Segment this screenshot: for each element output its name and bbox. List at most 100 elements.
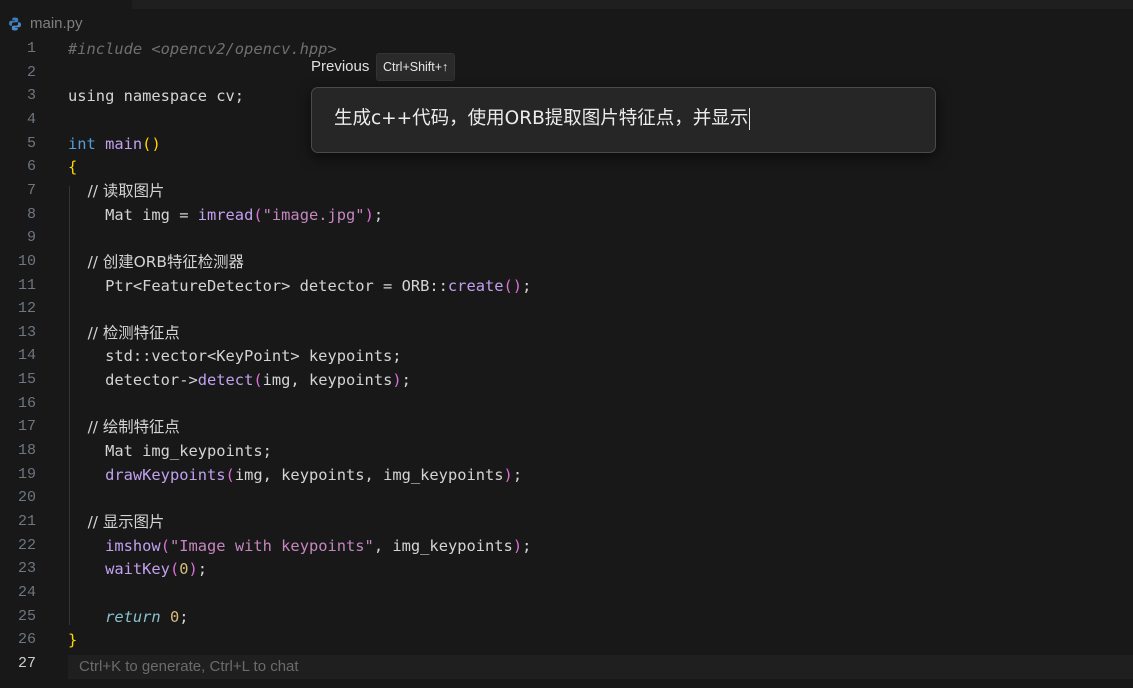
code-token: return <box>105 607 161 626</box>
code-text: { <box>68 155 77 179</box>
code-token: img, keypoints <box>262 371 393 390</box>
code-line[interactable]: 26} <box>0 628 1133 652</box>
code-token: imread <box>197 205 254 224</box>
code-line[interactable]: 24 <box>0 581 1133 605</box>
code-line[interactable]: 22 imshow("Image with keypoints", img_ke… <box>0 534 1133 558</box>
code-token: ( <box>225 465 235 484</box>
code-token: using namespace cv; <box>68 87 245 106</box>
code-token: int <box>68 134 96 153</box>
code-text: } <box>68 628 77 652</box>
line-number: 13 <box>17 323 36 341</box>
line-number: 6 <box>26 158 36 176</box>
code-text: // 绘制特征点 <box>68 415 180 439</box>
line-number: 10 <box>17 252 36 270</box>
code-token: // 读取图片 <box>68 181 165 200</box>
code-line[interactable]: 25 return 0; <box>0 605 1133 629</box>
code-token: ; <box>512 465 523 484</box>
code-token: detect <box>197 371 254 390</box>
code-line[interactable]: 21 // 显示图片 <box>0 510 1133 534</box>
code-token: () <box>503 276 523 295</box>
code-token: ) <box>364 205 374 224</box>
code-token: "Image with keypoints" <box>169 536 374 555</box>
line-number: 23 <box>17 560 36 578</box>
code-token: 0 <box>179 560 189 579</box>
line-number: 16 <box>17 394 36 412</box>
code-token: main <box>105 134 143 153</box>
code-line[interactable]: 13 // 检测特征点 <box>0 321 1133 345</box>
line-number: 12 <box>17 300 36 318</box>
code-text: // 读取图片 <box>68 179 165 203</box>
code-line[interactable]: 1 #include <opencv2/opencv.hpp> <box>0 37 1133 61</box>
code-line[interactable]: 14 std::vector<KeyPoint> keypoints; <box>0 344 1133 368</box>
line-number: 22 <box>17 536 36 554</box>
tab-title: main.py <box>30 14 83 32</box>
code-text: std::vector<KeyPoint> keypoints; <box>68 344 402 368</box>
code-line[interactable]: 6{ <box>0 155 1133 179</box>
line-number: 2 <box>26 63 36 81</box>
code-token: Mat img = <box>68 205 198 224</box>
previous-prompt-button[interactable]: Previous <box>311 58 369 75</box>
code-text: waitKey(0); <box>68 557 207 581</box>
line-number: 18 <box>17 442 36 460</box>
code-token: { <box>68 158 78 177</box>
line-number: 26 <box>17 631 36 649</box>
code-line[interactable]: 8 Mat img = imread("image.jpg"); <box>0 203 1133 227</box>
code-token: std::vector<KeyPoint> keypoints; <box>68 347 402 366</box>
line-number: 24 <box>17 583 36 601</box>
code-text: // 显示图片 <box>68 510 165 534</box>
code-token: // 显示图片 <box>68 513 165 531</box>
line-number: 27 <box>17 654 36 672</box>
code-token: "image.jpg" <box>262 205 365 224</box>
code-token: // 检测特征点 <box>68 323 180 342</box>
python-file-icon <box>8 16 22 31</box>
code-token: Ptr<FeatureDetector> detector = ORB:: <box>68 276 448 295</box>
generate-prompt-input[interactable]: 生成c++代码，使用ORB提取图片特征点，并显示 <box>311 87 936 153</box>
code-line[interactable]: 11 Ptr<FeatureDetector> detector = ORB::… <box>0 274 1133 298</box>
code-token: () <box>142 134 161 153</box>
code-token: create <box>447 276 504 295</box>
code-token: ; <box>179 607 189 626</box>
code-token: ) <box>512 536 523 555</box>
line-number: 20 <box>17 489 36 507</box>
code-token: ( <box>253 371 263 390</box>
line-number: 4 <box>26 110 36 128</box>
code-line[interactable]: 2 <box>0 61 1133 85</box>
code-token: ) <box>188 560 198 579</box>
code-token: drawKeypoints <box>105 465 226 484</box>
code-line[interactable]: 12 <box>0 297 1133 321</box>
code-line[interactable]: 16 <box>0 392 1133 416</box>
code-token: ( <box>253 205 263 224</box>
code-line[interactable]: 17 // 绘制特征点 <box>0 415 1133 439</box>
code-line[interactable]: 9 <box>0 226 1133 250</box>
code-text: using namespace cv; <box>68 84 244 108</box>
code-text: imshow("Image with keypoints", img_keypo… <box>68 534 531 558</box>
code-text: Mat img_keypoints; <box>68 439 272 463</box>
code-line[interactable]: 19 drawKeypoints(img, keypoints, img_key… <box>0 463 1133 487</box>
line-number: 1 <box>26 40 36 57</box>
code-line[interactable]: 15 detector->detect(img, keypoints); <box>0 368 1133 392</box>
code-token: } <box>68 631 78 650</box>
code-text: return 0; <box>68 605 189 629</box>
code-text: // 创建ORB特征检测器 <box>68 250 244 274</box>
code-token: , img_keypoints <box>373 536 513 555</box>
line-number: 17 <box>17 418 36 436</box>
code-token: imshow <box>105 536 161 555</box>
code-token: // 创建ORB特征检测器 <box>68 252 244 271</box>
code-line[interactable]: 10 // 创建ORB特征检测器 <box>0 250 1133 274</box>
code-line[interactable]: 20 <box>0 486 1133 510</box>
code-line[interactable]: 27 <box>0 652 1133 676</box>
code-token: 0 <box>169 607 180 626</box>
code-line[interactable]: 18 Mat img_keypoints; <box>0 439 1133 463</box>
tab-main-py[interactable]: main.py <box>8 12 83 34</box>
code-line[interactable]: 7 // 读取图片 <box>0 179 1133 203</box>
code-token: ; <box>373 205 384 224</box>
code-token: Mat img_keypoints; <box>68 442 272 461</box>
line-number: 25 <box>17 607 36 625</box>
code-line[interactable]: 23 waitKey(0); <box>0 557 1133 581</box>
code-token: ; <box>522 536 532 555</box>
code-token: ( <box>160 536 170 555</box>
